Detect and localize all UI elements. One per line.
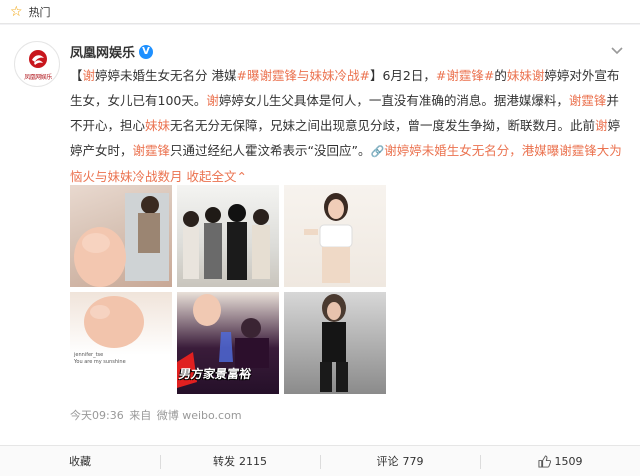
post-image-4[interactable]: jennifer_tse You are my sunshine [70,292,172,394]
image-4-caption: jennifer_tse You are my sunshine [74,352,126,365]
star-icon: ☆ [10,3,23,20]
post-image-5[interactable]: 男方家景富裕 [177,292,279,394]
article-link[interactable]: ⌃ [237,169,247,184]
highlight-link[interactable]: 妹妹谢 [507,68,545,83]
thumbs-up-icon [537,454,551,468]
verified-badge-icon: V [139,44,154,59]
post-text-segment: 婷婷未婚生女无名分 港媒 [95,68,237,83]
repost-button[interactable]: 转发 2115 [160,446,320,476]
comment-count: 779 [402,454,424,468]
highlight-link[interactable]: 妹妹 [145,118,170,133]
post-meta: 今天09:36 来自 微博 weibo.com [70,407,244,423]
link-icon: 🔗 [370,145,385,158]
author-name[interactable]: 凤凰网娱乐 [70,42,135,61]
action-bar: 收藏 转发 2115 评论 779 1509 [0,445,640,476]
avatar[interactable]: 凤凰网娱乐 [14,41,60,87]
post-image-1[interactable] [70,185,172,287]
post-image-3[interactable] [284,185,386,287]
like-count: 1509 [554,454,583,468]
comment-button[interactable]: 评论 779 [320,446,480,476]
highlight-link[interactable]: 谢 [83,68,96,83]
highlight-link[interactable]: 谢 [206,93,219,108]
highlight-link[interactable]: #曝谢霆锋与妹妹冷战# [237,68,370,83]
like-button[interactable]: 1509 [480,446,640,476]
repost-count: 2115 [239,454,267,468]
post-from-label: 来自 [129,409,152,422]
post-text-segment: 只通过经纪人霍汶希表示“没回应”。 [170,143,371,158]
post-text-segment: 的 [494,68,507,83]
post-image-2[interactable] [177,185,279,287]
collect-button[interactable]: 收藏 [0,446,160,476]
highlight-link[interactable]: 谢 [595,118,608,133]
post-text-segment: 无名无分无保障，兄妹之间出现意见分歧，曾一度发生争拗，断联数月。此前 [170,118,596,133]
repost-label: 转发 [213,455,235,468]
post-text: 【谢婷婷未婚生女无名分 港媒#曝谢霆锋与妹妹冷战#】6月2日，#谢霆锋#的妹妹谢… [70,63,630,189]
highlight-link[interactable]: 谢霆锋 [569,93,607,108]
avatar-logo-text: 凤凰网娱乐 [24,74,52,81]
hot-label: 热门 [28,5,51,19]
weibo-post-card: 凤凰网娱乐 凤凰网娱乐 V 【谢婷婷未婚生女无名分 港媒#曝谢霆锋与妹妹冷战#】… [0,25,640,476]
chevron-down-icon[interactable] [610,44,624,58]
post-source[interactable]: 微博 weibo.com [157,409,242,422]
highlight-link[interactable]: #谢霆锋# [436,68,494,83]
post-image-6[interactable] [284,292,386,394]
highlight-link[interactable]: 谢霆锋 [133,143,171,158]
post-text-segment: 婷婷女儿生父具体是何人，一直没有准确的消息。据港媒爆料， [218,93,569,108]
image-5-caption: 男方家景富裕 [178,367,252,381]
collect-label: 收藏 [69,455,91,468]
comment-label: 评论 [376,455,399,468]
article-link[interactable]: 收起全文 [183,169,236,184]
image-grid: jennifer_tse You are my sunshine 男方家景富裕 [70,185,386,397]
post-text-segment: 【 [70,68,83,83]
post-time[interactable]: 今天09:36 [70,409,124,422]
post-text-segment: 】6月2日， [369,68,436,83]
hot-bar: ☆ 热门 [0,0,640,24]
phoenix-logo-icon [29,50,47,68]
